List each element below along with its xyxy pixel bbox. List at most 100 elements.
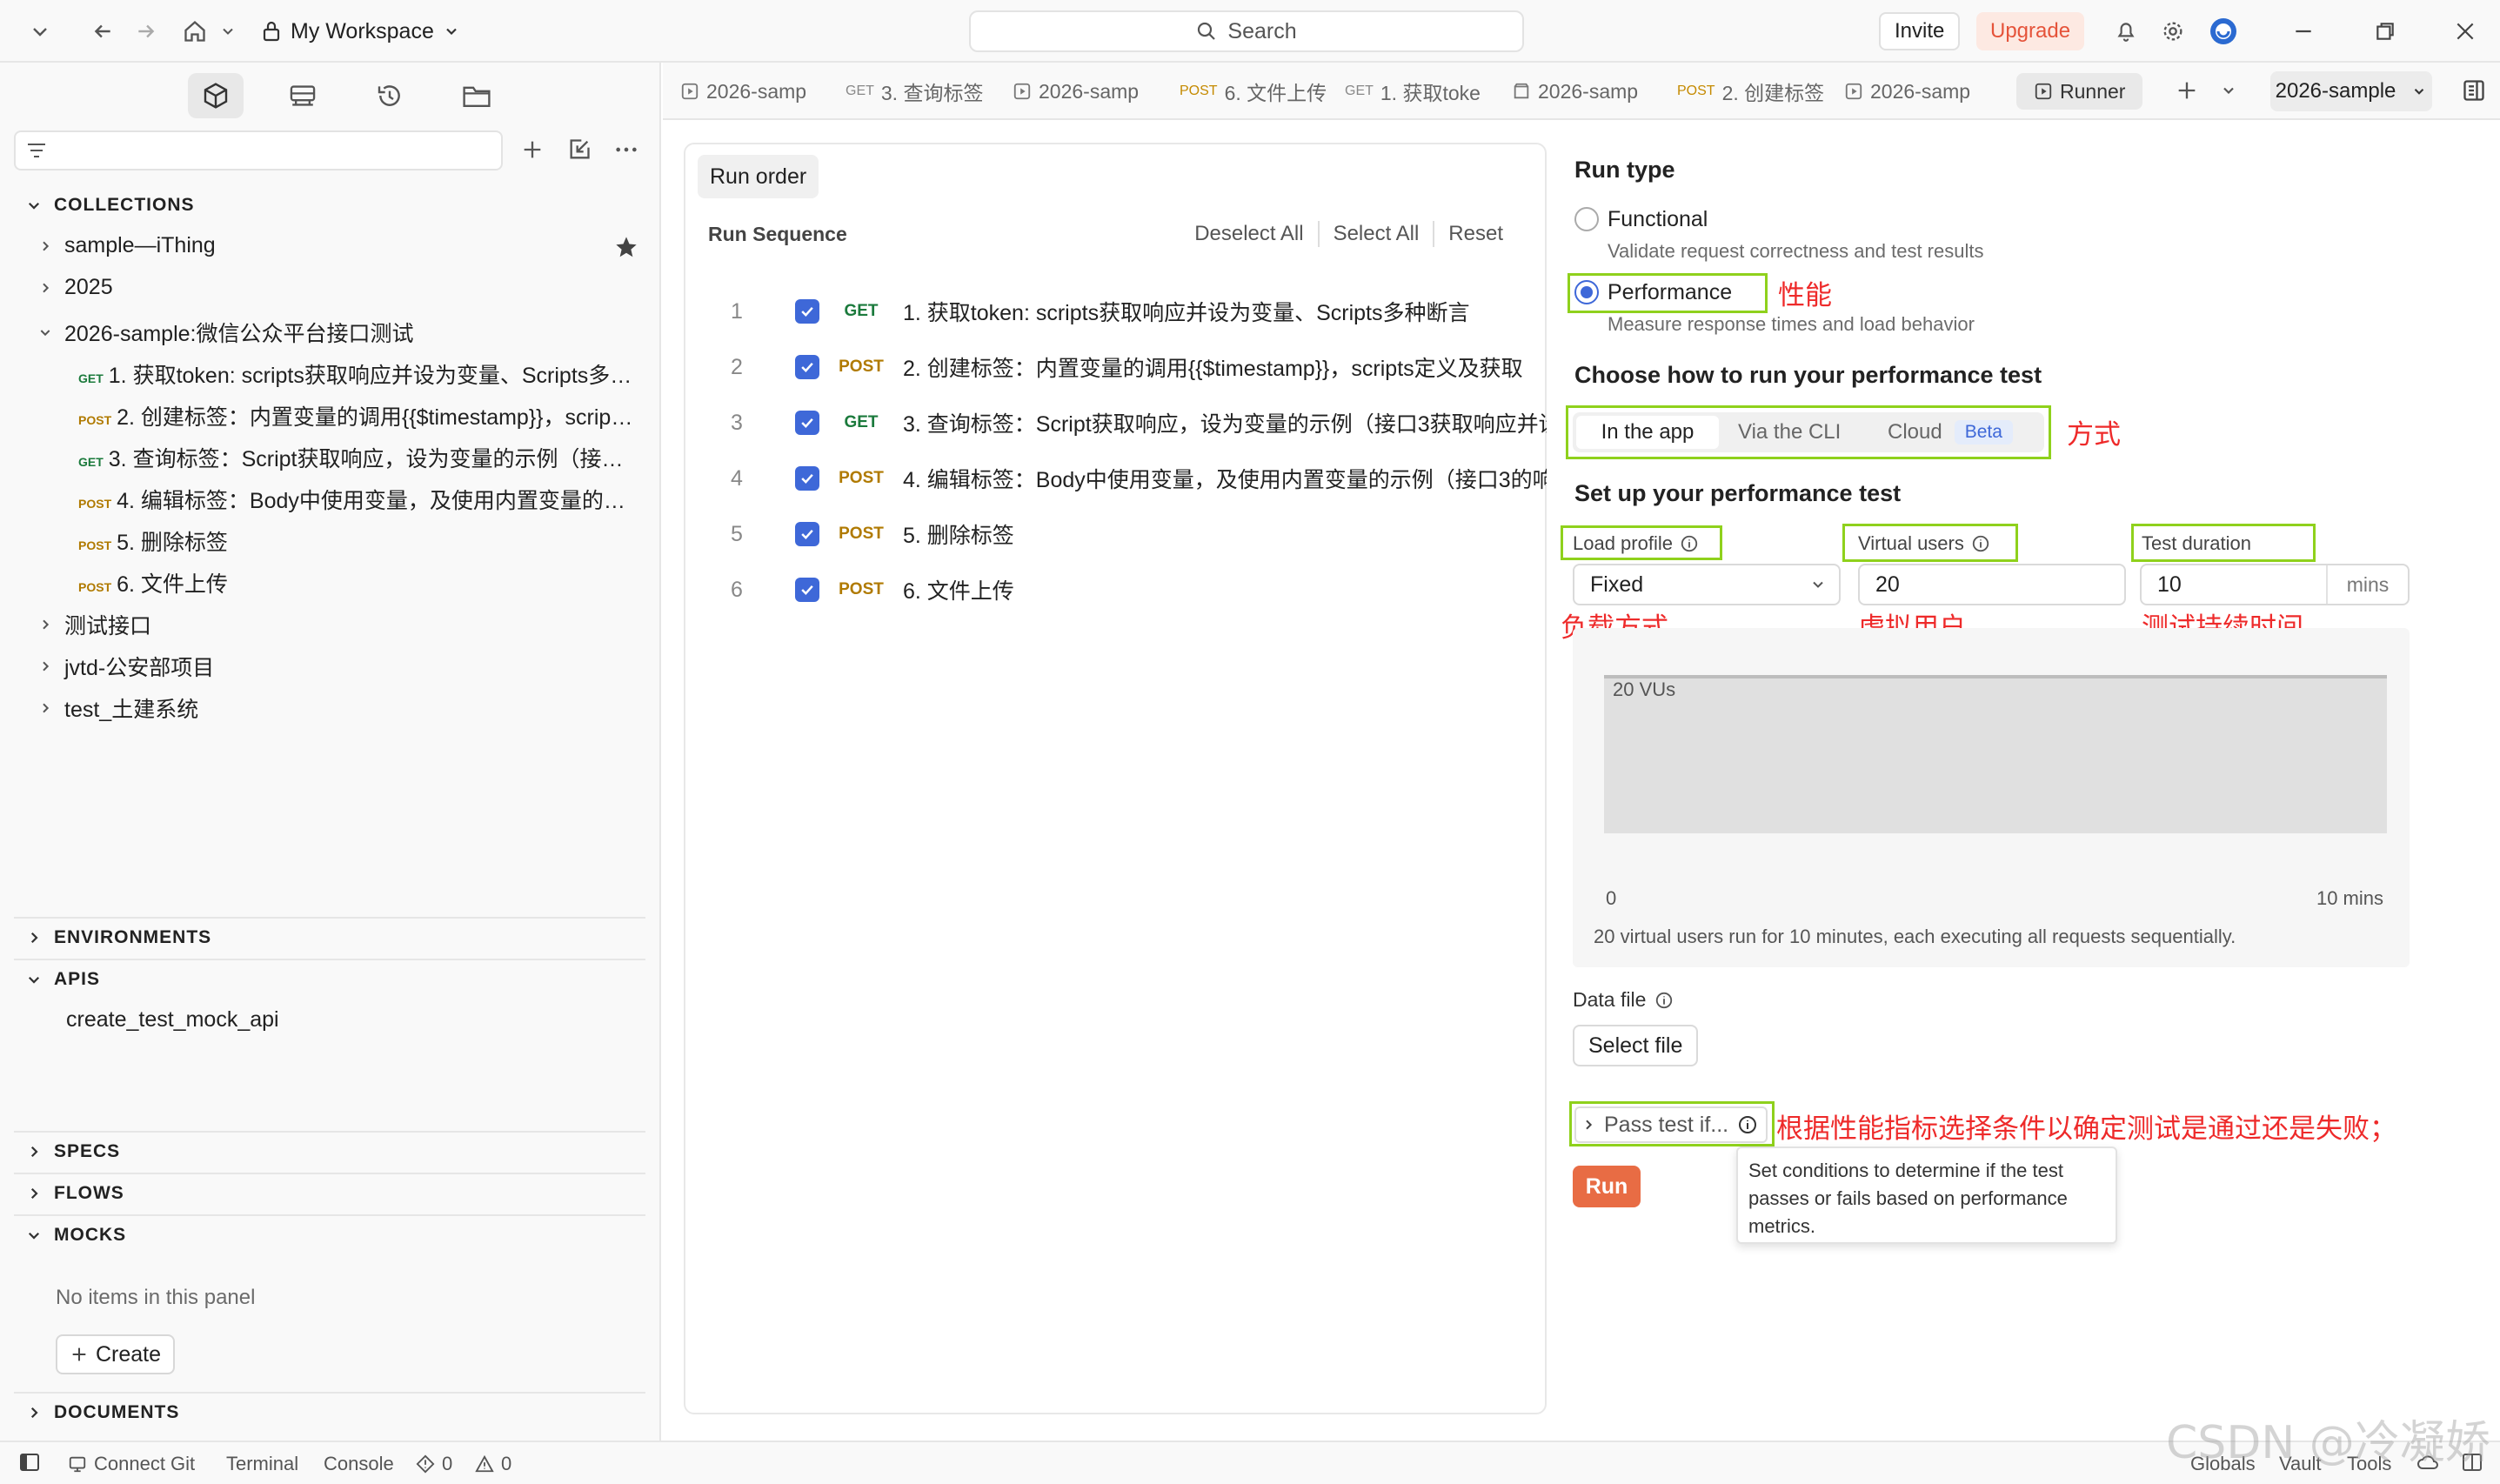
collection-item[interactable]: 2025 (38, 275, 113, 300)
chevron-down-icon[interactable] (23, 14, 57, 49)
tab-via-cli[interactable]: Via the CLI (1738, 416, 1841, 449)
documents-section-header[interactable]: DOCUMENTS (26, 1402, 179, 1423)
environments-section-header[interactable]: ENVIRONMENTS (26, 927, 211, 948)
invite-button[interactable]: Invite (1879, 12, 1961, 50)
reset-button[interactable]: Reset (1434, 222, 1517, 246)
apis-section-header[interactable]: APIS (26, 969, 100, 990)
checkbox[interactable] (795, 299, 819, 324)
new-tab-icon[interactable] (2175, 78, 2199, 103)
request-item[interactable]: POST 6. 文件上传 (78, 567, 635, 598)
upgrade-button[interactable]: Upgrade (1976, 12, 2085, 50)
request-item[interactable]: GET 1. 获取token: scripts获取响应并设为变量、Scripts多… (78, 358, 635, 390)
collection-item[interactable]: sample—iThing (38, 233, 216, 258)
sequence-row[interactable]: 4 POST 4. 编辑标签：Body中使用变量，及使用内置变量的示例（接口3的… (685, 451, 1547, 506)
flows-section-header[interactable]: FLOWS (26, 1183, 124, 1204)
bell-icon[interactable] (2109, 14, 2143, 49)
tab-cloud[interactable]: Cloud Beta (1888, 416, 2013, 449)
tab-bar: 2026-samp GET 3. 查询标签 2026-samp POST 6. … (663, 63, 2500, 120)
console-button[interactable]: Console (324, 1453, 394, 1475)
info-icon[interactable] (1654, 991, 1674, 1010)
filter-input[interactable] (14, 130, 503, 170)
connect-git-button[interactable]: Connect Git (68, 1453, 195, 1475)
more-options-icon[interactable] (614, 137, 638, 162)
test-duration-input[interactable]: 10 mins (2140, 564, 2410, 605)
tab-collection[interactable]: 2026-samp (680, 73, 837, 110)
checkbox[interactable] (795, 355, 819, 379)
tab-collection[interactable]: 2026-samp (1512, 73, 1668, 110)
info-icon[interactable] (1737, 1114, 1758, 1135)
add-icon[interactable] (520, 137, 545, 162)
tab-request[interactable]: GET 1. 获取toke (1345, 73, 1501, 110)
environment-selector[interactable]: 2026-sample (2270, 71, 2432, 111)
tab-collection[interactable]: 2026-samp (1013, 73, 1169, 110)
collection-item[interactable]: test_土建系统 (38, 692, 198, 724)
environments-icon[interactable] (275, 73, 331, 118)
request-item[interactable]: POST 4. 编辑标签：Body中使用变量，及使用内置变量的示例（接口3的响应） (78, 484, 635, 515)
checkbox[interactable] (795, 466, 819, 491)
pass-test-toggle[interactable]: Pass test if... (1574, 1106, 1768, 1143)
history-icon[interactable] (362, 73, 418, 118)
request-name: 5. 删除标签 (903, 524, 1014, 548)
create-button[interactable]: Create (56, 1334, 176, 1374)
tabs-dropdown-icon[interactable] (2220, 82, 2237, 99)
performance-radio[interactable] (1574, 280, 1599, 304)
virtual-users-input[interactable]: 20 (1858, 564, 2126, 605)
sequence-row[interactable]: 2 POST 2. 创建标签：内置变量的调用{{$timestamp}}，scr… (685, 339, 1547, 395)
mocks-section-header[interactable]: MOCKS (26, 1225, 126, 1246)
checkbox[interactable] (795, 578, 819, 602)
info-icon[interactable] (1971, 534, 1990, 553)
sequence-row[interactable]: 5 POST 5. 删除标签 (685, 506, 1547, 562)
import-icon[interactable] (567, 137, 592, 162)
toggle-sidebar-icon[interactable] (19, 1453, 40, 1472)
select-file-button[interactable]: Select file (1573, 1025, 1699, 1066)
terminal-button[interactable]: Terminal (226, 1453, 298, 1475)
environment-quick-look-icon[interactable] (2462, 78, 2486, 103)
home-dropdown-icon[interactable] (211, 14, 245, 49)
api-item[interactable]: create_test_mock_api (66, 1007, 279, 1033)
errors-indicator[interactable]: 0 (416, 1453, 452, 1475)
select-all-button[interactable]: Select All (1320, 222, 1434, 246)
functional-label[interactable]: Functional (1608, 207, 1708, 232)
load-profile-select[interactable]: Fixed (1573, 564, 1841, 605)
avatar[interactable] (2206, 14, 2241, 49)
collections-icon[interactable] (188, 73, 244, 118)
collection-item[interactable]: 测试接口 (38, 609, 151, 640)
workspace-switcher[interactable]: My Workspace (261, 12, 460, 50)
tab-runner[interactable]: Runner (2016, 73, 2143, 110)
close-icon[interactable] (2448, 14, 2483, 49)
request-item[interactable]: POST 2. 创建标签：内置变量的调用{{$timestamp}}，script… (78, 400, 635, 431)
run-order-button[interactable]: Run order (698, 155, 819, 198)
tab-request[interactable]: GET 3. 查询标签 (846, 73, 1002, 110)
minimize-icon[interactable] (2286, 14, 2321, 49)
folder-icon[interactable] (449, 73, 505, 118)
tab-request[interactable]: POST 6. 文件上传 (1180, 73, 1336, 110)
sequence-row[interactable]: 3 GET 3. 查询标签：Script获取响应，设为变量的示例（接口3获取响应… (685, 395, 1547, 451)
forward-arrow-icon[interactable] (129, 14, 164, 49)
back-arrow-icon[interactable] (85, 14, 120, 49)
collections-section-header[interactable]: COLLECTIONS (26, 195, 195, 216)
search-bar[interactable]: Search (969, 10, 1524, 52)
checkbox[interactable] (795, 411, 819, 435)
gear-icon[interactable] (2156, 14, 2190, 49)
sequence-row[interactable]: 6 POST 6. 文件上传 (685, 562, 1547, 618)
tab-request[interactable]: POST 2. 创建标签 (1677, 73, 1834, 110)
tab-collection[interactable]: 2026-samp (1844, 73, 2001, 110)
sequence-row[interactable]: 1 GET 1. 获取token: scripts获取响应并设为变量、Scrip… (685, 284, 1547, 339)
performance-label[interactable]: Performance (1608, 280, 1732, 305)
deselect-all-button[interactable]: Deselect All (1180, 222, 1317, 246)
info-icon[interactable] (1680, 534, 1699, 553)
collection-item[interactable]: jvtd-公安部项目 (38, 651, 214, 682)
restore-icon[interactable] (2368, 14, 2403, 49)
checkbox[interactable] (795, 522, 819, 546)
tab-in-the-app[interactable]: In the app (1576, 416, 1719, 449)
functional-radio[interactable] (1574, 207, 1599, 231)
request-item[interactable]: POST 5. 删除标签 (78, 525, 635, 557)
specs-section-header[interactable]: SPECS (26, 1141, 120, 1162)
run-button[interactable]: Run (1573, 1166, 1641, 1207)
warnings-indicator[interactable]: 0 (475, 1453, 511, 1475)
request-item[interactable]: GET 3. 查询标签：Script获取响应，设为变量的示例（接口3获取响应并设置… (78, 442, 635, 473)
request-label: 5. 删除标签 (117, 531, 228, 555)
home-icon[interactable] (177, 14, 212, 49)
star-icon[interactable] (614, 235, 638, 259)
collection-item[interactable]: 2026-sample:微信公众平台接口测试 (38, 317, 413, 348)
